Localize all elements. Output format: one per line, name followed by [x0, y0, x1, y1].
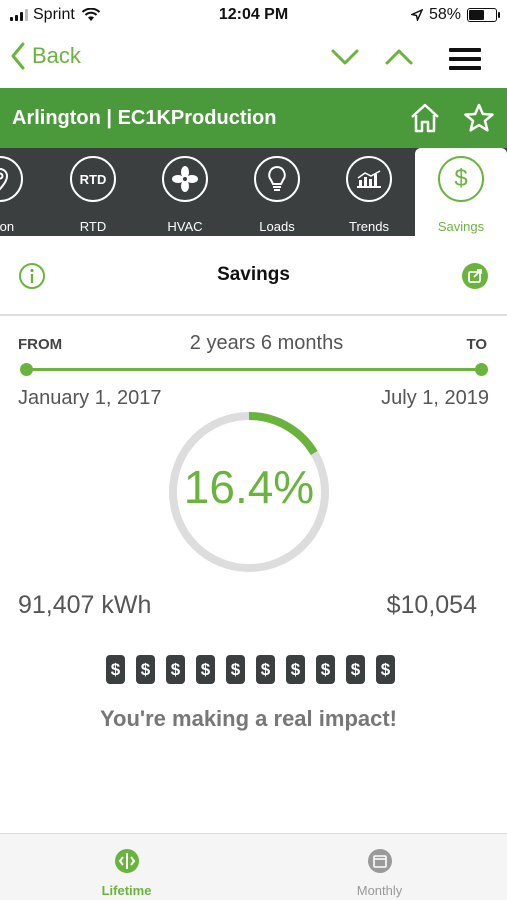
to-label: TO	[466, 336, 487, 353]
site-title: Arlington | EC1KProduction	[12, 107, 277, 129]
header-icons	[409, 102, 495, 134]
dollar-chip: $	[226, 655, 245, 684]
star-icon[interactable]	[463, 102, 495, 134]
money-saved: $10,054	[386, 591, 477, 619]
tab-label: HVAC	[167, 219, 203, 234]
dollar-chip: $	[256, 655, 275, 684]
page-title: Savings	[217, 264, 290, 285]
back-button[interactable]: Back	[10, 42, 81, 70]
chart-icon	[346, 156, 392, 202]
share-icon[interactable]	[461, 262, 489, 290]
dollar-chip: $	[316, 655, 335, 684]
tab-label: Monthly	[356, 883, 403, 898]
nav-bar: Back	[0, 32, 507, 88]
dollar-chip: $	[196, 655, 215, 684]
tab-monthly[interactable]: Monthly	[253, 834, 506, 900]
lifetime-icon	[115, 849, 139, 873]
location-icon	[0, 156, 23, 202]
savings-percent: 16.4%	[183, 461, 315, 513]
duration-text: 2 years 6 months	[189, 332, 344, 354]
fan-icon	[162, 156, 208, 202]
date-range-track	[26, 368, 481, 371]
dollar-chip: $	[136, 655, 155, 684]
to-date: July 1, 2019	[381, 387, 489, 409]
status-bar: Sprint 12:04 PM 58%	[0, 0, 507, 32]
tab-trends[interactable]: Trends	[323, 148, 415, 236]
dollar-chip: $	[376, 655, 395, 684]
status-right: 58%	[410, 6, 500, 24]
location-arrow-icon	[410, 9, 423, 21]
tab-loads[interactable]: Loads	[231, 148, 323, 236]
tab-lifetime[interactable]: Lifetime	[0, 834, 253, 900]
chevron-up-icon[interactable]	[384, 46, 414, 68]
range-start-handle[interactable]	[20, 363, 33, 376]
tab-label: Trends	[349, 219, 389, 234]
rtd-icon-text: RTD	[79, 171, 107, 187]
dollar-chip: $	[166, 655, 185, 684]
tab-label: Savings	[437, 219, 485, 234]
chevron-left-icon	[11, 42, 25, 70]
tab-label: RTD	[79, 219, 107, 234]
section-header: Savings	[0, 236, 507, 316]
tab-hvac[interactable]: HVAC	[139, 148, 231, 236]
refresh-icon: RTD	[70, 156, 116, 202]
calendar-icon	[368, 849, 392, 873]
dollar-icon-text: $	[454, 165, 468, 192]
chevron-down-icon[interactable]	[330, 46, 360, 68]
battery-percent: 58%	[428, 6, 461, 23]
energy-saved: 91,407 kWh	[18, 591, 152, 619]
from-date: January 1, 2017	[18, 387, 162, 409]
nav-arrows	[330, 46, 414, 68]
hamburger-menu-icon[interactable]	[449, 48, 481, 70]
battery-icon	[467, 8, 500, 22]
dollar-rating: $ $ $ $ $ $ $ $ $ $	[106, 655, 395, 684]
impact-message: You're making a real impact!	[99, 706, 398, 731]
tab-savings[interactable]: $ Savings	[415, 148, 507, 236]
lightbulb-icon	[254, 156, 300, 202]
back-label: Back	[32, 43, 81, 68]
tab-label: Loads	[259, 219, 295, 234]
tab-label: ation	[0, 219, 15, 234]
home-icon[interactable]	[409, 102, 441, 134]
tab-location[interactable]: ation	[0, 148, 46, 236]
bottom-tab-bar: Lifetime Monthly	[0, 833, 507, 900]
dollar-chip: $	[106, 655, 125, 684]
feature-tab-strip: ation RTD RTD HVAC Loads	[0, 148, 507, 236]
dollar-chip: $	[286, 655, 305, 684]
tab-label: Lifetime	[101, 883, 152, 898]
dollar-chip: $	[346, 655, 365, 684]
tab-rtd[interactable]: RTD RTD	[47, 148, 139, 236]
site-header: Arlington | EC1KProduction	[0, 88, 507, 148]
range-end-handle[interactable]	[475, 363, 488, 376]
dollar-icon: $	[438, 156, 484, 202]
